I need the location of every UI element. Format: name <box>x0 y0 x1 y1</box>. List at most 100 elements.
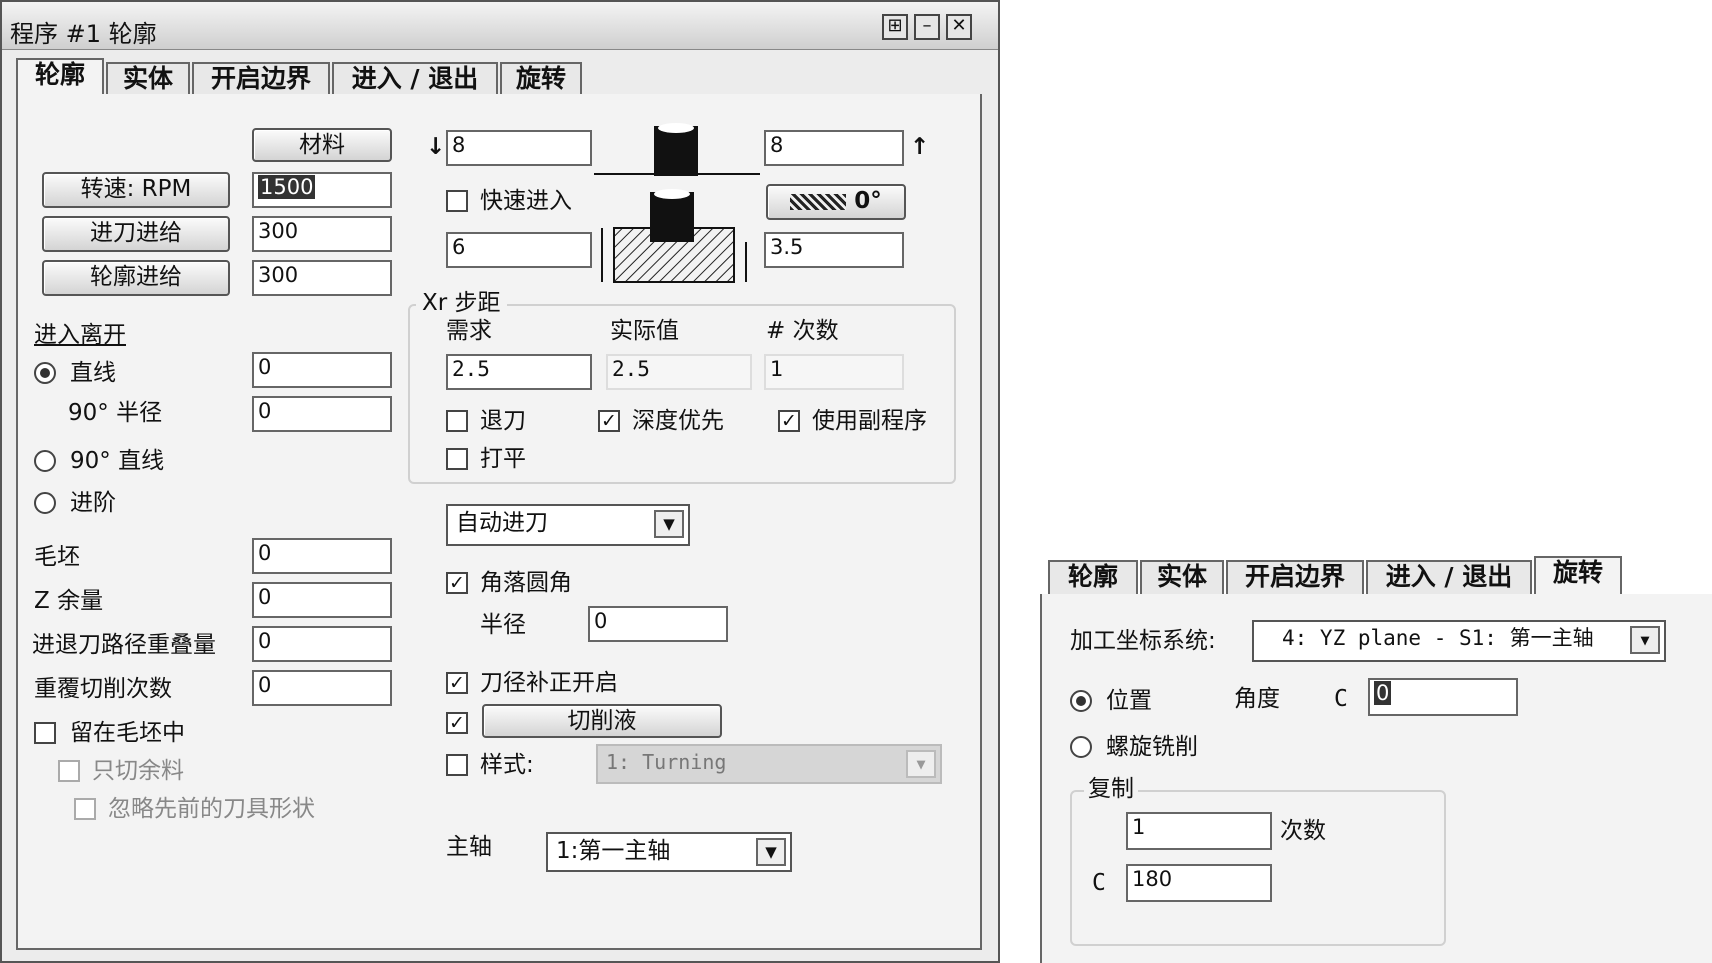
overlap-input[interactable]: 0 <box>252 626 392 662</box>
stock-input[interactable]: 0 <box>252 538 392 574</box>
tab-open-boundary[interactable]: 开启边界 <box>192 62 330 96</box>
retract-checkbox[interactable] <box>446 410 468 432</box>
helical-radio[interactable] <box>1070 736 1092 758</box>
ramp-icon <box>790 193 847 210</box>
tab-contour[interactable]: 轮廓 <box>16 58 104 96</box>
tab-solid[interactable]: 实体 <box>106 62 190 96</box>
auto-feed-select[interactable]: 自动进刀 ▼ <box>446 504 690 546</box>
depth-first-label: 深度优先 <box>632 408 724 434</box>
coord-system-select[interactable]: 4: YZ plane - S1: 第一主轴 ▼ <box>1252 620 1666 662</box>
pin-icon[interactable]: ⊞ <box>882 14 908 40</box>
line-length-input[interactable]: 0 <box>252 352 392 388</box>
stay-in-stock-checkbox[interactable] <box>34 722 56 744</box>
tool-depth-icon <box>601 189 747 283</box>
tab-entry-exit[interactable]: 进入 / 退出 <box>1366 560 1532 594</box>
retract-height-input[interactable]: 8 <box>764 130 904 166</box>
radius-label: 90° 半径 <box>68 400 163 426</box>
helical-label: 螺旋铣削 <box>1106 734 1198 760</box>
angle-c-value: 0 <box>1374 681 1392 705</box>
minimize-icon[interactable]: – <box>914 14 940 40</box>
angle-c-input[interactable]: 0 <box>1368 678 1518 716</box>
corner-radius-label: 半径 <box>480 612 526 638</box>
retract-label: 退刀 <box>480 408 526 434</box>
copy-count-input[interactable]: 1 <box>1126 812 1272 850</box>
tab-solid[interactable]: 实体 <box>1140 560 1224 594</box>
style-checkbox[interactable] <box>446 754 468 776</box>
repeat-count-input[interactable]: 0 <box>252 670 392 706</box>
use-subprogram-checkbox[interactable]: ✓ <box>778 410 800 432</box>
z-allowance-input[interactable]: 0 <box>252 582 392 618</box>
actual-step-value: 2.5 <box>606 354 752 390</box>
corner-radius-input[interactable]: 0 <box>588 606 728 642</box>
copy-group-title: 复制 <box>1084 778 1138 801</box>
spindle-speed-button[interactable]: 转速: RPM <box>42 172 230 208</box>
count-col-label: # 次数 <box>766 318 839 344</box>
style-select[interactable]: 1: Turning ▼ <box>596 744 942 784</box>
required-col-label: 需求 <box>446 318 492 344</box>
cut-remain-checkbox[interactable] <box>58 760 80 782</box>
window-title: 程序 #1 轮廓 <box>10 20 157 48</box>
feed-rate-button[interactable]: 进刀进给 <box>42 216 230 252</box>
depth-first-checkbox[interactable]: ✓ <box>598 410 620 432</box>
flatten-checkbox[interactable] <box>446 448 468 470</box>
line-radio-label: 直线 <box>70 360 116 386</box>
chevron-down-icon[interactable]: ▼ <box>906 750 936 778</box>
step-label: 进阶 <box>70 490 116 516</box>
close-icon[interactable]: ✕ <box>946 14 972 40</box>
title-bar: 程序 #1 轮廓 ⊞ – ✕ <box>2 2 998 50</box>
tab-contour[interactable]: 轮廓 <box>1048 560 1138 594</box>
spindle-speed-value: 1500 <box>258 175 316 199</box>
chevron-down-icon[interactable]: ▼ <box>654 510 684 538</box>
auto-feed-value: 自动进刀 <box>456 510 548 536</box>
cutter-comp-checkbox[interactable]: ✓ <box>446 672 468 694</box>
ramp-angle-button[interactable]: 0° <box>766 184 906 220</box>
position-radio[interactable] <box>1070 690 1092 712</box>
stay-in-stock-label: 留在毛坯中 <box>70 720 185 746</box>
ignore-prev-tool-label: 忽略先前的刀具形状 <box>108 796 315 822</box>
coolant-button[interactable]: 切削液 <box>482 704 722 738</box>
coord-system-label: 加工坐标系统: <box>1070 628 1216 654</box>
spindle-speed-input[interactable]: 1500 <box>252 172 392 208</box>
angle-label: 角度 <box>1234 686 1280 712</box>
z-allowance-label: Z 余量 <box>34 588 104 614</box>
rotation-panel: 轮廓 实体 开启边界 进入 / 退出 旋转 加工坐标系统: 4: YZ plan… <box>1040 554 1712 963</box>
feed-rate-input[interactable]: 300 <box>252 216 392 252</box>
90-line-label: 90° 直线 <box>70 448 165 474</box>
down-arrow-icon: ↓ <box>426 134 446 160</box>
chevron-down-icon[interactable]: ▼ <box>756 838 786 866</box>
xr-step-title: Xr 步距 <box>416 292 507 315</box>
contour-feed-input[interactable]: 300 <box>252 260 392 296</box>
coolant-checkbox[interactable]: ✓ <box>446 712 468 734</box>
entry-depth-input[interactable]: 6 <box>446 232 592 268</box>
step-radio[interactable] <box>34 492 56 514</box>
chevron-down-icon[interactable]: ▼ <box>1630 626 1660 654</box>
style-select-value: 1: Turning <box>606 750 727 774</box>
approach-height-input[interactable]: 8 <box>446 130 592 166</box>
tab-entry-exit[interactable]: 进入 / 退出 <box>332 62 498 96</box>
rapid-entry-checkbox[interactable] <box>446 190 468 212</box>
program-dialog: 程序 #1 轮廓 ⊞ – ✕ 轮廓 实体 开启边界 进入 / 退出 旋转 材料 … <box>0 0 1000 963</box>
spindle-select-value: 1:第一主轴 <box>556 838 671 864</box>
spindle-select[interactable]: 1:第一主轴 ▼ <box>546 832 792 872</box>
stock-label: 毛坯 <box>34 544 80 570</box>
material-button[interactable]: 材料 <box>252 128 392 162</box>
actual-col-label: 实际值 <box>610 318 679 344</box>
line-radio[interactable] <box>34 362 56 384</box>
tab-rotation[interactable]: 旋转 <box>500 62 582 96</box>
final-depth-input[interactable]: 3.5 <box>764 232 904 268</box>
flatten-label: 打平 <box>480 446 526 472</box>
required-step-input[interactable]: 2.5 <box>446 354 592 390</box>
overlap-label: 进退刀路径重叠量 <box>32 632 216 658</box>
ignore-prev-tool-checkbox[interactable] <box>74 798 96 820</box>
tab-open-boundary[interactable]: 开启边界 <box>1226 560 1364 594</box>
coord-system-value: 4: YZ plane - S1: 第一主轴 <box>1282 626 1594 650</box>
copy-count-label: 次数 <box>1280 818 1326 844</box>
angle-c-label: C <box>1334 686 1348 712</box>
90-line-radio[interactable] <box>34 450 56 472</box>
corner-round-checkbox[interactable]: ✓ <box>446 572 468 594</box>
contour-feed-button[interactable]: 轮廓进给 <box>42 260 230 296</box>
copy-c-input[interactable]: 180 <box>1126 864 1272 902</box>
use-subprogram-label: 使用副程序 <box>812 408 927 434</box>
tab-rotation[interactable]: 旋转 <box>1534 556 1622 594</box>
arc-radius-input[interactable]: 0 <box>252 396 392 432</box>
